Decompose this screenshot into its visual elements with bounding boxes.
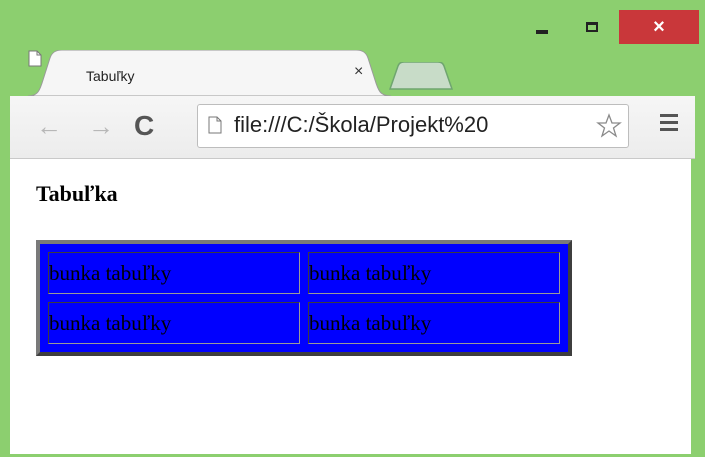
content-table: bunka tabuľky bunka tabuľky bunka tabuľk…	[36, 240, 572, 356]
table-cell: bunka tabuľky	[308, 302, 560, 344]
tab-tabulky[interactable]: Tabuľky ×	[28, 50, 391, 96]
new-tab-button[interactable]	[388, 62, 454, 90]
url-text[interactable]: file:///C:/Škola/Projekt%20	[234, 112, 488, 138]
page-icon	[208, 116, 222, 134]
menu-icon[interactable]	[660, 114, 678, 135]
table-cell: bunka tabuľky	[308, 252, 560, 294]
tab-close-icon[interactable]: ×	[354, 63, 363, 81]
maximize-button[interactable]	[570, 10, 614, 44]
back-arrow-icon[interactable]: ←	[36, 106, 62, 146]
star-icon[interactable]	[596, 113, 622, 139]
tab-title: Tabuľky	[86, 68, 135, 84]
close-window-button[interactable]: ×	[619, 10, 699, 44]
table-row: bunka tabuľky bunka tabuľky	[48, 302, 560, 344]
forward-arrow-icon[interactable]: →	[88, 106, 114, 146]
minimize-icon	[536, 30, 548, 34]
browser-window: × Tabuľky × ← → C file:///C:/Škola/Proje…	[0, 0, 705, 457]
table-row: bunka tabuľky bunka tabuľky	[48, 252, 560, 294]
table-cell: bunka tabuľky	[48, 302, 300, 344]
page-heading: Tabuľka	[36, 181, 118, 206]
page-viewport: Tabuľka bunka tabuľky bunka tabuľky bunk…	[10, 159, 691, 454]
address-bar[interactable]: file:///C:/Škola/Projekt%20	[197, 104, 629, 148]
maximize-icon	[586, 22, 598, 32]
reload-icon[interactable]: C	[134, 106, 154, 146]
browser-toolbar: ← → C file:///C:/Škola/Projekt%20	[10, 96, 695, 159]
document-icon	[28, 50, 42, 67]
minimize-button[interactable]	[520, 10, 564, 44]
table-cell: bunka tabuľky	[48, 252, 300, 294]
tab-shape	[28, 50, 391, 96]
